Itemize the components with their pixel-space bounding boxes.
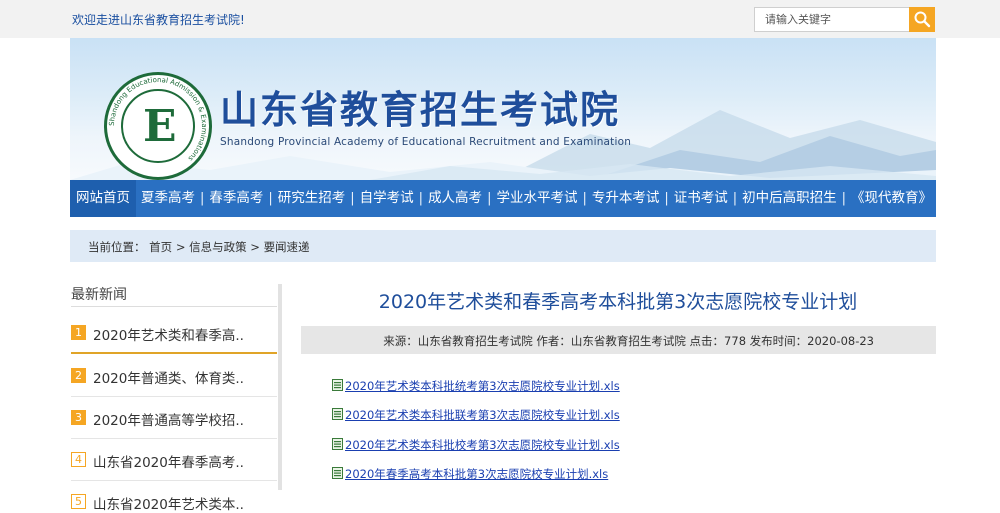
- news-item[interactable]: 2 2020年普通类、体育类..: [71, 357, 277, 397]
- nav-vocational-admission[interactable]: 初中后高职招生: [737, 180, 842, 217]
- attachment-item: 2020年艺术类本科批联考第3次志愿院校专业计划.xls: [332, 407, 620, 423]
- logo-inner-circle: E: [121, 89, 195, 163]
- news-rank-badge: 4: [71, 452, 86, 467]
- breadcrumb-prefix: 当前位置：: [88, 240, 146, 254]
- news-title: 山东省2020年艺术类本..: [93, 497, 244, 513]
- news-title: 山东省2020年春季高考..: [93, 455, 244, 471]
- sidebar-divider: [71, 306, 277, 307]
- breadcrumb: 当前位置： 首页 > 信息与政策 > 要闻速递: [70, 230, 936, 262]
- news-rank-badge: 2: [71, 368, 86, 383]
- logo-letter: E: [143, 101, 177, 152]
- sidebar-scrollbar[interactable]: [278, 284, 282, 490]
- main-nav: 网站首页 夏季高考 | 春季高考 | 研究生招考 | 自学考试 | 成人高考 |…: [70, 180, 936, 217]
- nav-graduate-exam[interactable]: 研究生招考: [273, 180, 351, 217]
- breadcrumb-news[interactable]: 要闻速递: [264, 240, 310, 254]
- nav-self-study-exam[interactable]: 自学考试: [355, 180, 419, 217]
- attachment-link[interactable]: 2020年艺术类本科批校考第3次志愿院校专业计划.xls: [345, 438, 620, 452]
- nav-summer-exam[interactable]: 夏季高考: [136, 180, 200, 217]
- attachment-item: 2020年春季高考本科批第3次志愿院校专业计划.xls: [332, 466, 608, 482]
- excel-file-icon: [332, 379, 343, 391]
- news-rank-badge: 1: [71, 325, 86, 340]
- breadcrumb-home[interactable]: 首页: [149, 240, 172, 254]
- nav-upgrade-exam[interactable]: 专升本考试: [587, 180, 665, 217]
- breadcrumb-info-policy[interactable]: 信息与政策: [189, 240, 247, 254]
- article-meta-bar: 来源：山东省教育招生考试院 作者：山东省教育招生考试院 点击：778 发布时间：…: [301, 326, 936, 354]
- nav-modern-education[interactable]: 《现代教育》: [846, 180, 937, 217]
- search-icon: [914, 11, 931, 28]
- news-rank-badge: 3: [71, 410, 86, 425]
- site-title: 山东省教育招生考试院: [220, 88, 621, 132]
- news-item[interactable]: 4 山东省2020年春季高考..: [71, 441, 277, 481]
- sidebar-title: 最新新闻: [71, 287, 127, 303]
- article-title: 2020年艺术类和春季高考本科批第3次志愿院校专业计划: [378, 291, 858, 313]
- excel-file-icon: [332, 438, 343, 450]
- excel-file-icon: [332, 408, 343, 420]
- attachment-link[interactable]: 2020年艺术类本科批统考第3次志愿院校专业计划.xls: [345, 379, 620, 393]
- site-subtitle: Shandong Provincial Academy of Education…: [220, 136, 632, 148]
- search-input[interactable]: [754, 7, 910, 32]
- top-bar: 欢迎走进山东省教育招生考试院!: [0, 0, 1000, 38]
- search-box: [754, 7, 935, 32]
- nav-home[interactable]: 网站首页: [70, 180, 136, 217]
- nav-adult-exam[interactable]: 成人高考: [423, 180, 487, 217]
- breadcrumb-text: 当前位置： 首页 > 信息与政策 > 要闻速递: [88, 239, 310, 255]
- news-item[interactable]: 5 山东省2020年艺术类本..: [71, 483, 277, 513]
- nav-spring-exam[interactable]: 春季高考: [204, 180, 268, 217]
- breadcrumb-separator: >: [250, 240, 260, 254]
- attachment-item: 2020年艺术类本科批统考第3次志愿院校专业计划.xls: [332, 378, 620, 394]
- nav-certificate-exam[interactable]: 证书考试: [669, 180, 733, 217]
- excel-file-icon: [332, 467, 343, 479]
- breadcrumb-separator: >: [175, 240, 186, 254]
- news-title: 2020年普通高等学校招..: [93, 413, 244, 429]
- attachment-item: 2020年艺术类本科批校考第3次志愿院校专业计划.xls: [332, 437, 620, 453]
- news-title: 2020年普通类、体育类..: [93, 371, 244, 387]
- attachment-link[interactable]: 2020年艺术类本科批联考第3次志愿院校专业计划.xls: [345, 408, 620, 422]
- nav-proficiency-exam[interactable]: 学业水平考试: [491, 180, 582, 217]
- news-item[interactable]: 3 2020年普通高等学校招..: [71, 399, 277, 439]
- attachment-link[interactable]: 2020年春季高考本科批第3次志愿院校专业计划.xls: [345, 467, 608, 481]
- academy-logo: Shandong Educational Admission & Examina…: [104, 72, 212, 180]
- article-meta: 来源：山东省教育招生考试院 作者：山东省教育招生考试院 点击：778 发布时间：…: [383, 334, 874, 348]
- header-banner: Shandong Educational Admission & Examina…: [70, 38, 936, 180]
- welcome-text: 欢迎走进山东省教育招生考试院!: [72, 13, 245, 27]
- news-rank-badge: 5: [71, 494, 86, 509]
- search-button[interactable]: [909, 7, 935, 32]
- news-item[interactable]: 1 2020年艺术类和春季高..: [71, 314, 277, 354]
- news-title: 2020年艺术类和春季高..: [93, 328, 244, 344]
